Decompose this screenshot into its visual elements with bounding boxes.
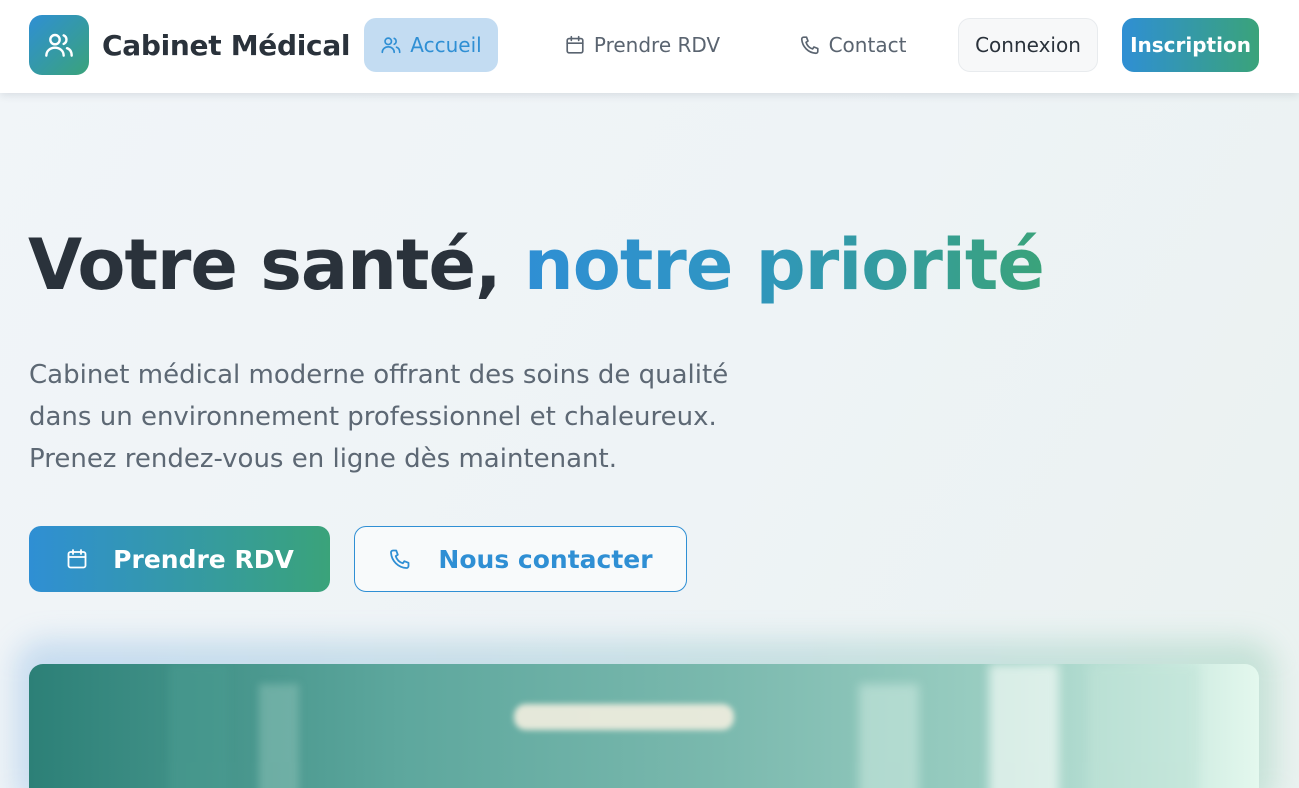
hero-description-line: Cabinet médical moderne offrant des soin… [29, 360, 729, 390]
page: Cabinet Médical Accueil Prendre RDV Cont… [0, 0, 1299, 788]
phone-icon [800, 36, 819, 55]
hero-description-line: Prenez rendez-vous en ligne dès maintena… [29, 444, 617, 474]
calendar-icon [67, 549, 87, 569]
hero-title-plain: Votre santé, [28, 224, 524, 306]
users-icon [381, 37, 401, 54]
calendar-icon [566, 35, 584, 54]
brand-name: Cabinet Médical [102, 28, 351, 62]
nav-item-label: Accueil [410, 33, 482, 57]
login-button[interactable]: Connexion [958, 18, 1098, 72]
brand[interactable]: Cabinet Médical [29, 15, 351, 75]
nav-item-accueil[interactable]: Accueil [364, 18, 498, 72]
phone-icon [390, 549, 410, 569]
navbar: Cabinet Médical Accueil Prendre RDV Cont… [0, 0, 1299, 93]
book-appointment-button[interactable]: Prendre RDV [29, 526, 330, 592]
contact-us-button[interactable]: Nous contacter [354, 526, 687, 592]
nav-item-prendre-rdv[interactable]: Prendre RDV [547, 18, 737, 72]
nav-item-label: Contact [828, 33, 907, 57]
nav-item-label: Prendre RDV [593, 33, 721, 57]
hero-title: Votre santé, notre priorité [28, 220, 1045, 310]
signup-button[interactable]: Inscription [1122, 18, 1259, 72]
book-appointment-label: Prendre RDV [113, 544, 294, 574]
hero-image [29, 664, 1259, 788]
users-icon [29, 15, 89, 75]
nav-item-contact[interactable]: Contact [780, 18, 925, 72]
hero-description-line: dans un environnement professionnel et c… [29, 402, 717, 432]
hero-description: Cabinet médical moderne offrant des soin… [29, 354, 789, 480]
contact-us-label: Nous contacter [438, 544, 653, 574]
hero-title-accent: notre priorité [523, 224, 1045, 306]
